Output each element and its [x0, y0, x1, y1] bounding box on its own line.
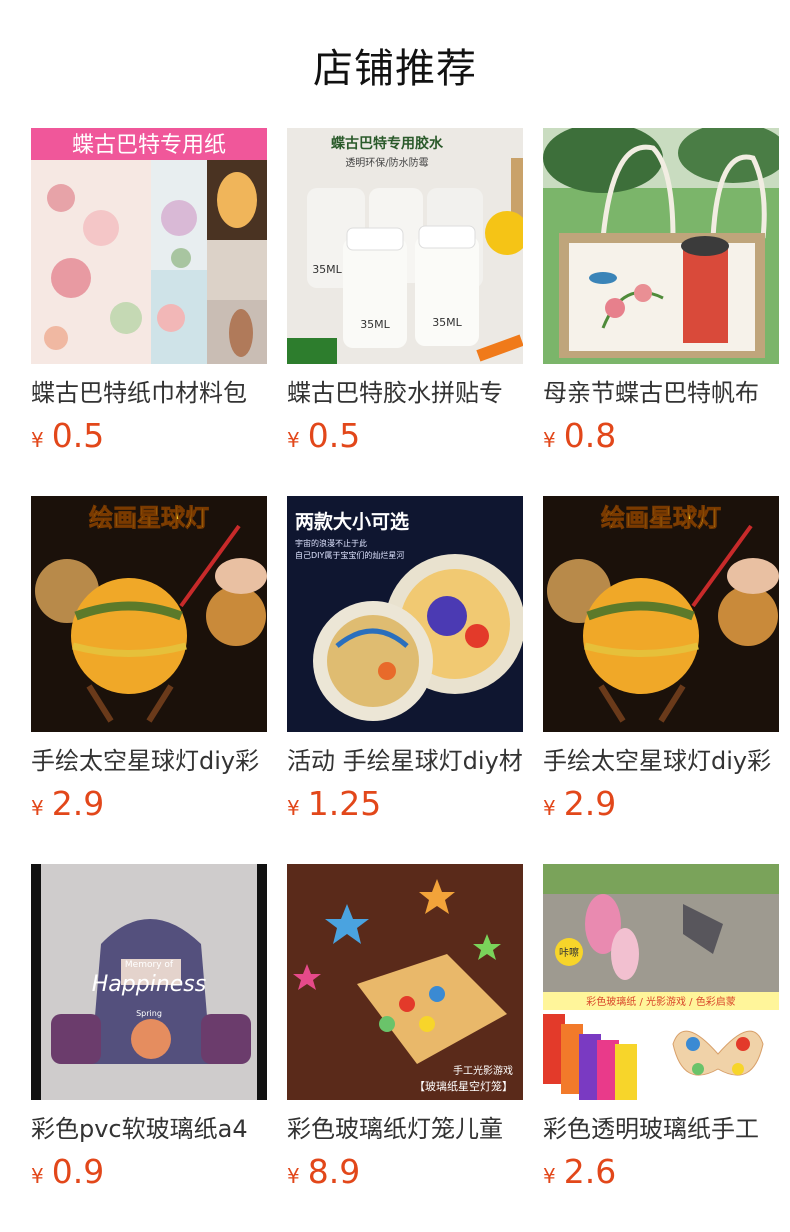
product-name[interactable]: 蝶古巴特纸巾材料包: [31, 378, 267, 408]
bottle-label: 35ML: [432, 316, 462, 329]
product-image[interactable]: 绘画星球灯: [543, 496, 779, 732]
product-price: ¥2.9: [543, 786, 779, 828]
product-card[interactable]: Memory of Happiness Spring 彩色pvc软玻璃纸a4 ¥…: [31, 864, 267, 1196]
product-image-subtitle: 自己DIY属于宝宝们的灿烂星河: [295, 550, 404, 560]
product-image-text: Spring: [136, 1009, 162, 1018]
price-value: 2.9: [563, 784, 617, 823]
product-price: ¥0.9: [31, 1154, 267, 1196]
currency-symbol: ¥: [287, 1164, 300, 1188]
product-card[interactable]: 绘画星球灯 手绘太空星球灯diy彩 ¥2.9: [543, 496, 779, 828]
product-image-banner: 彩色玻璃纸 / 光影游戏 / 色彩启蒙: [586, 995, 735, 1008]
product-name[interactable]: 彩色玻璃纸灯笼儿童: [287, 1114, 523, 1144]
product-image-banner: 两款大小可选: [295, 510, 409, 533]
product-image[interactable]: 两款大小可选 宇宙的浪漫不止于此 自己DIY属于宝宝们的灿烂星河: [287, 496, 523, 732]
bottle-label: 35ML: [360, 318, 390, 331]
product-image-text: 咔嚓: [559, 946, 579, 959]
product-card[interactable]: 蝶古巴特专用胶水 透明环保/防水防霉 35ML 35ML 35ML 蝶古巴特胶水…: [287, 128, 523, 460]
product-price: ¥0.5: [31, 418, 267, 460]
product-image-banner: 绘画星球灯: [601, 504, 721, 532]
product-name[interactable]: 手绘太空星球灯diy彩: [543, 746, 779, 776]
product-price: ¥2.9: [31, 786, 267, 828]
product-card[interactable]: 两款大小可选 宇宙的浪漫不止于此 自己DIY属于宝宝们的灿烂星河 活动 手绘星球…: [287, 496, 523, 828]
product-price: ¥8.9: [287, 1154, 523, 1196]
product-image-text: 【玻璃纸星空灯笼】: [414, 1079, 513, 1093]
product-card[interactable]: 母亲节蝶古巴特帆布 ¥0.8: [543, 128, 779, 460]
product-image[interactable]: 蝶古巴特专用胶水 透明环保/防水防霉 35ML 35ML 35ML: [287, 128, 523, 364]
price-value: 2.9: [51, 784, 105, 823]
product-price: ¥0.8: [543, 418, 779, 460]
price-value: 0.5: [307, 416, 361, 455]
currency-symbol: ¥: [287, 796, 300, 820]
currency-symbol: ¥: [543, 796, 556, 820]
product-image-subtitle: 透明环保/防水防霉: [345, 156, 428, 169]
price-value: 0.8: [563, 416, 617, 455]
price-value: 1.25: [307, 784, 382, 823]
currency-symbol: ¥: [31, 796, 44, 820]
price-value: 0.5: [51, 416, 105, 455]
price-value: 2.6: [563, 1152, 617, 1191]
product-image[interactable]: 手工光影游戏 【玻璃纸星空灯笼】: [287, 864, 523, 1100]
product-image-text: 手工光影游戏: [453, 1064, 513, 1077]
product-image[interactable]: 蝶古巴特专用纸: [31, 128, 267, 364]
currency-symbol: ¥: [287, 428, 300, 452]
product-image[interactable]: 绘画星球灯: [31, 496, 267, 732]
bottle-label: 35ML: [312, 263, 342, 276]
currency-symbol: ¥: [31, 1164, 44, 1188]
product-price: ¥2.6: [543, 1154, 779, 1196]
product-name[interactable]: 蝶古巴特胶水拼贴专: [287, 378, 523, 408]
product-card[interactable]: 绘画星球灯 手绘太空星球灯diy彩 ¥2.9: [31, 496, 267, 828]
product-image-banner: 蝶古巴特专用胶水: [331, 135, 444, 152]
product-image[interactable]: [543, 128, 779, 364]
product-image-banner: 绘画星球灯: [89, 504, 209, 532]
product-card[interactable]: 蝶古巴特专用纸 蝶古巴特纸巾材料包 ¥0.5: [31, 128, 267, 460]
product-card[interactable]: 咔嚓 彩色玻璃纸 / 光影游戏 / 色彩启蒙 彩色透明玻璃纸手工 ¥2.6: [543, 864, 779, 1196]
price-value: 8.9: [307, 1152, 361, 1191]
currency-symbol: ¥: [31, 428, 44, 452]
product-name[interactable]: 彩色透明玻璃纸手工: [543, 1114, 779, 1144]
product-name[interactable]: 活动 手绘星球灯diy材: [287, 746, 523, 776]
product-image[interactable]: 咔嚓 彩色玻璃纸 / 光影游戏 / 色彩启蒙: [543, 864, 779, 1100]
product-image-subtitle: 宇宙的浪漫不止于此: [295, 538, 367, 548]
product-name[interactable]: 手绘太空星球灯diy彩: [31, 746, 267, 776]
product-price: ¥0.5: [287, 418, 523, 460]
product-name[interactable]: 母亲节蝶古巴特帆布: [543, 378, 779, 408]
product-image[interactable]: Memory of Happiness Spring: [31, 864, 267, 1100]
product-image-text: Happiness: [92, 972, 206, 997]
page-title: 店铺推荐: [313, 46, 477, 92]
product-price: ¥1.25: [287, 786, 523, 828]
product-card[interactable]: 手工光影游戏 【玻璃纸星空灯笼】 彩色玻璃纸灯笼儿童 ¥8.9: [287, 864, 523, 1196]
product-image-text: Memory of: [125, 960, 174, 970]
currency-symbol: ¥: [543, 1164, 556, 1188]
product-image-banner: 蝶古巴特专用纸: [72, 133, 226, 158]
price-value: 0.9: [51, 1152, 105, 1191]
currency-symbol: ¥: [543, 428, 556, 452]
product-name[interactable]: 彩色pvc软玻璃纸a4: [31, 1114, 267, 1144]
